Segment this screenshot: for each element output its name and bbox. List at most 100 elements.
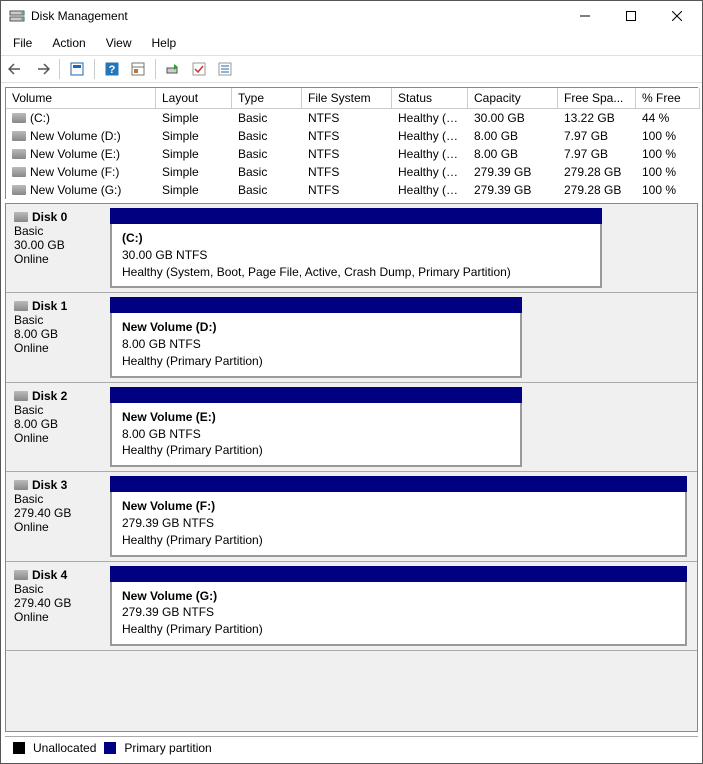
refresh-button[interactable] bbox=[66, 58, 88, 80]
disk-state: Online bbox=[14, 520, 98, 534]
volume-name: New Volume (E:) bbox=[30, 147, 120, 161]
disk-info[interactable]: Disk 4Basic279.40 GBOnline bbox=[6, 562, 106, 650]
volume-status: Healthy (P... bbox=[392, 163, 468, 181]
disk-info[interactable]: Disk 3Basic279.40 GBOnline bbox=[6, 472, 106, 560]
volume-free: 13.22 GB bbox=[558, 109, 636, 127]
back-button[interactable] bbox=[5, 58, 27, 80]
volume-capacity: 30.00 GB bbox=[468, 109, 558, 127]
partition-status: Healthy (System, Boot, Page File, Active… bbox=[122, 264, 590, 281]
partition-title: New Volume (D:) bbox=[122, 319, 510, 336]
volume-status: Healthy (P... bbox=[392, 181, 468, 199]
volume-type: Basic bbox=[232, 145, 302, 163]
disk-size: 8.00 GB bbox=[14, 417, 98, 431]
volume-row[interactable]: New Volume (E:)SimpleBasicNTFSHealthy (P… bbox=[6, 145, 698, 163]
partition-color-bar bbox=[110, 387, 522, 403]
close-button[interactable] bbox=[654, 1, 700, 31]
partition-size: 30.00 GB NTFS bbox=[122, 247, 590, 264]
volume-type: Basic bbox=[232, 127, 302, 145]
partition-block[interactable]: New Volume (G:)279.39 GB NTFSHealthy (Pr… bbox=[110, 582, 687, 646]
col-freespace[interactable]: Free Spa... bbox=[558, 88, 636, 109]
partition-color-bar bbox=[110, 208, 602, 224]
partition-block[interactable]: New Volume (E:)8.00 GB NTFSHealthy (Prim… bbox=[110, 403, 522, 467]
disk-icon bbox=[14, 480, 28, 490]
menu-file[interactable]: File bbox=[5, 33, 40, 53]
volume-row[interactable]: New Volume (F:)SimpleBasicNTFSHealthy (P… bbox=[6, 163, 698, 181]
volume-capacity: 8.00 GB bbox=[468, 127, 558, 145]
forward-button[interactable] bbox=[31, 58, 53, 80]
volume-layout: Simple bbox=[156, 127, 232, 145]
volume-name: New Volume (F:) bbox=[30, 165, 119, 179]
partition-color-bar bbox=[110, 297, 522, 313]
disk-size: 279.40 GB bbox=[14, 506, 98, 520]
volume-type: Basic bbox=[232, 163, 302, 181]
disk-state: Online bbox=[14, 252, 98, 266]
window-title: Disk Management bbox=[31, 9, 562, 23]
properties-button[interactable] bbox=[188, 58, 210, 80]
app-icon bbox=[9, 8, 25, 24]
volume-name: New Volume (D:) bbox=[30, 129, 121, 143]
disk-icon bbox=[14, 212, 28, 222]
help-button[interactable]: ? bbox=[101, 58, 123, 80]
settings-button[interactable] bbox=[127, 58, 149, 80]
partition-status: Healthy (Primary Partition) bbox=[122, 353, 510, 370]
col-volume[interactable]: Volume bbox=[6, 88, 156, 109]
minimize-button[interactable] bbox=[562, 1, 608, 31]
volume-pct: 100 % bbox=[636, 145, 700, 163]
legend-unallocated-label: Unallocated bbox=[33, 741, 96, 755]
drive-icon bbox=[12, 149, 26, 159]
menu-action[interactable]: Action bbox=[44, 33, 93, 53]
disk-type: Basic bbox=[14, 313, 98, 327]
volume-row[interactable]: (C:)SimpleBasicNTFSHealthy (S...30.00 GB… bbox=[6, 109, 698, 127]
volume-table-header: Volume Layout Type File System Status Ca… bbox=[6, 88, 698, 109]
volume-free: 279.28 GB bbox=[558, 181, 636, 199]
legend: Unallocated Primary partition bbox=[5, 736, 698, 759]
menu-view[interactable]: View bbox=[98, 33, 140, 53]
action-button[interactable] bbox=[162, 58, 184, 80]
disk-size: 8.00 GB bbox=[14, 327, 98, 341]
partition-title: New Volume (E:) bbox=[122, 409, 510, 426]
disk-row: Disk 4Basic279.40 GBOnlineNew Volume (G:… bbox=[6, 562, 697, 651]
partition-title: New Volume (G:) bbox=[122, 588, 675, 605]
volume-fs: NTFS bbox=[302, 109, 392, 127]
volume-pct: 100 % bbox=[636, 181, 700, 199]
col-type[interactable]: Type bbox=[232, 88, 302, 109]
volume-free: 279.28 GB bbox=[558, 163, 636, 181]
partition-status: Healthy (Primary Partition) bbox=[122, 442, 510, 459]
disk-id: Disk 3 bbox=[32, 478, 67, 492]
volume-free: 7.97 GB bbox=[558, 145, 636, 163]
disk-id: Disk 2 bbox=[32, 389, 67, 403]
menu-help[interactable]: Help bbox=[144, 33, 185, 53]
volume-pct: 44 % bbox=[636, 109, 700, 127]
volume-row[interactable]: New Volume (G:)SimpleBasicNTFSHealthy (P… bbox=[6, 181, 698, 199]
disk-info[interactable]: Disk 0Basic30.00 GBOnline bbox=[6, 204, 106, 292]
maximize-button[interactable] bbox=[608, 1, 654, 31]
volume-row[interactable]: New Volume (D:)SimpleBasicNTFSHealthy (P… bbox=[6, 127, 698, 145]
volume-table: Volume Layout Type File System Status Ca… bbox=[5, 87, 698, 199]
volume-capacity: 8.00 GB bbox=[468, 145, 558, 163]
toolbar-separator bbox=[59, 59, 60, 79]
disk-info[interactable]: Disk 1Basic8.00 GBOnline bbox=[6, 293, 106, 381]
partition-block[interactable]: New Volume (F:)279.39 GB NTFSHealthy (Pr… bbox=[110, 492, 687, 556]
disk-state: Online bbox=[14, 431, 98, 445]
disk-id: Disk 4 bbox=[32, 568, 67, 582]
partition-block[interactable]: (C:)30.00 GB NTFSHealthy (System, Boot, … bbox=[110, 224, 602, 288]
partition-block[interactable]: New Volume (D:)8.00 GB NTFSHealthy (Prim… bbox=[110, 313, 522, 377]
disk-pane: Disk 0Basic30.00 GBOnline (C:)30.00 GB N… bbox=[5, 203, 698, 732]
disk-info[interactable]: Disk 2Basic8.00 GBOnline bbox=[6, 383, 106, 471]
volume-free: 7.97 GB bbox=[558, 127, 636, 145]
partition-status: Healthy (Primary Partition) bbox=[122, 532, 675, 549]
col-status[interactable]: Status bbox=[392, 88, 468, 109]
col-filesystem[interactable]: File System bbox=[302, 88, 392, 109]
list-button[interactable] bbox=[214, 58, 236, 80]
disk-row: Disk 3Basic279.40 GBOnlineNew Volume (F:… bbox=[6, 472, 697, 561]
disk-size: 30.00 GB bbox=[14, 238, 98, 252]
col-capacity[interactable]: Capacity bbox=[468, 88, 558, 109]
disk-type: Basic bbox=[14, 403, 98, 417]
disk-state: Online bbox=[14, 341, 98, 355]
volume-type: Basic bbox=[232, 181, 302, 199]
drive-icon bbox=[12, 113, 26, 123]
col-pctfree[interactable]: % Free bbox=[636, 88, 700, 109]
partition-size: 8.00 GB NTFS bbox=[122, 336, 510, 353]
col-layout[interactable]: Layout bbox=[156, 88, 232, 109]
disk-state: Online bbox=[14, 610, 98, 624]
